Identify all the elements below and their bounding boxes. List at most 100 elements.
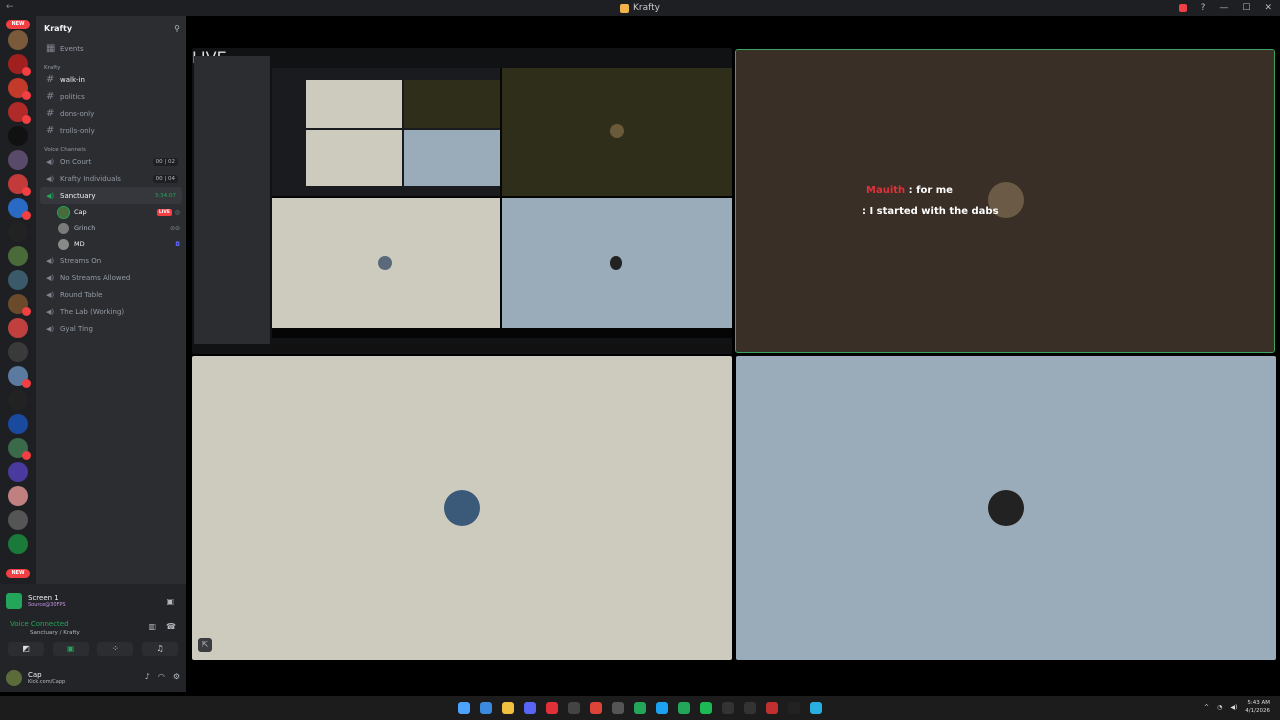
chevron-up-icon[interactable]: ^ — [1204, 704, 1209, 711]
taskbar-app-icon[interactable] — [766, 702, 778, 714]
stop-stream-icon[interactable]: ▣ — [166, 597, 174, 606]
taskbar-app-icon[interactable] — [546, 702, 558, 714]
voice-channel-round-table[interactable]: ◀) Round Table — [36, 286, 186, 303]
window-title-text: Krafty — [633, 3, 660, 13]
noise-suppression-icon[interactable]: ▥ — [148, 622, 156, 631]
channel-dons-only[interactable]: # dons-only — [36, 105, 186, 122]
x-icon[interactable] — [788, 702, 800, 714]
nested-tile — [306, 80, 402, 128]
avatar — [6, 670, 22, 686]
voice-channel-on-court[interactable]: ◀) On Court 00 | 02 — [36, 153, 186, 170]
server-icon[interactable] — [8, 462, 28, 482]
speaker-icon: ◀) — [46, 290, 55, 299]
server-icon[interactable] — [8, 30, 28, 50]
spotify-icon[interactable] — [700, 702, 712, 714]
screen-share-button[interactable]: ▣ — [52, 642, 89, 656]
server-icon[interactable] — [8, 102, 31, 124]
server-icon[interactable] — [8, 342, 28, 362]
server-header[interactable]: Krafty ⚲ — [36, 16, 186, 40]
voice-channel-the-lab[interactable]: ◀) The Lab (Working) — [36, 303, 186, 320]
activities-button[interactable]: ⁘ — [97, 642, 134, 656]
discord-icon[interactable] — [524, 702, 536, 714]
server-icon[interactable] — [8, 390, 28, 410]
server-icon[interactable] — [8, 510, 28, 530]
events-item[interactable]: ▦ Events — [36, 40, 186, 57]
server-icon[interactable] — [8, 294, 31, 316]
avatar — [378, 256, 392, 270]
headphones-icon[interactable]: ◠ — [158, 672, 165, 681]
server-icon[interactable] — [8, 150, 28, 170]
wifi-icon[interactable]: ◔ — [1217, 704, 1222, 711]
inbox-icon[interactable] — [1178, 4, 1187, 12]
category-voice[interactable]: Voice Channels — [36, 139, 186, 153]
server-icon[interactable] — [8, 78, 31, 100]
channel-trolls-only[interactable]: # trolls-only — [36, 122, 186, 139]
server-icon[interactable] — [8, 270, 28, 290]
taskbar-app-icon[interactable] — [722, 702, 734, 714]
taskbar-app-icon[interactable] — [480, 702, 492, 714]
clock[interactable]: 5:43 AM 4/1/2026 — [1245, 699, 1270, 715]
taskbar-app-icon[interactable] — [678, 702, 690, 714]
server-icon[interactable] — [8, 318, 28, 338]
taskbar-app-icon[interactable] — [568, 702, 580, 714]
voice-user-md[interactable]: MD ◘ — [36, 236, 186, 252]
minimize-button[interactable]: — — [1219, 3, 1228, 13]
participant-tile[interactable]: ⇱ — [192, 356, 732, 660]
server-icon[interactable] — [8, 54, 31, 76]
voice-channel-streams-on[interactable]: ◀) Streams On — [36, 252, 186, 269]
participant-tile-speaking[interactable] — [735, 49, 1275, 353]
mic-icon[interactable]: ♪ — [145, 672, 150, 681]
chat-message: : I started with the dabs — [862, 206, 999, 217]
voice-user-grinch[interactable]: Grinch ⊘⊘ — [36, 220, 186, 236]
taskbar-app-icon[interactable] — [656, 702, 668, 714]
server-icon[interactable] — [8, 246, 28, 266]
voice-channel-no-streams[interactable]: ◀) No Streams Allowed — [36, 269, 186, 286]
voice-location[interactable]: Sanctuary / Krafty — [30, 630, 80, 636]
voice-channel-gyal-ting[interactable]: ◀) Gyal Ting — [36, 320, 186, 337]
help-icon[interactable]: ? — [1201, 3, 1206, 13]
server-icon[interactable] — [8, 222, 28, 242]
add-member-icon[interactable]: ⚲ — [174, 24, 180, 33]
server-icon[interactable] — [8, 174, 31, 196]
voice-channel-sanctuary[interactable]: ◀) Sanctuary 3:34:07 — [40, 187, 182, 204]
server-icon[interactable] — [8, 534, 28, 554]
mini-tile — [272, 198, 500, 328]
stream-quality: Source@30FPS — [28, 602, 66, 608]
video-stage: LIVE ⇱ — [186, 16, 1280, 692]
nested-tile — [404, 130, 500, 186]
back-arrow-icon[interactable]: ← — [6, 2, 14, 12]
server-icon[interactable] — [8, 126, 28, 146]
popout-icon[interactable]: ⇱ — [198, 638, 212, 652]
screen-share-tile[interactable]: LIVE — [192, 48, 732, 354]
chrome-icon[interactable] — [590, 702, 602, 714]
screen-icon: ◎ — [174, 208, 180, 216]
server-icon[interactable] — [8, 366, 31, 388]
disconnect-icon[interactable]: ☎ — [166, 622, 176, 631]
server-icon[interactable] — [8, 486, 28, 506]
speaker-icon: ◀) — [46, 191, 55, 200]
taskbar-app-icon[interactable] — [634, 702, 646, 714]
folder-icon[interactable] — [502, 702, 514, 714]
server-icon[interactable] — [8, 198, 31, 220]
camera-button[interactable]: ◩ — [8, 642, 44, 656]
voice-user-cap[interactable]: Cap LIVE ◎ — [36, 204, 186, 220]
taskbar-app-icon[interactable] — [810, 702, 822, 714]
channel-walk-in[interactable]: # walk-in — [36, 71, 186, 88]
user-status: Kick.com/Capp — [28, 679, 66, 685]
gear-icon[interactable]: ⚙ — [173, 672, 180, 681]
channel-politics[interactable]: # politics — [36, 88, 186, 105]
server-icon[interactable] — [8, 438, 31, 460]
stream-card[interactable]: Screen 1 Source@30FPS ▣ — [6, 590, 178, 612]
soundboard-button[interactable]: ♫ — [141, 642, 178, 656]
voice-channel-krafty-individuals[interactable]: ◀) Krafty Individuals 00 | 04 — [36, 170, 186, 187]
server-icon[interactable] — [8, 414, 28, 434]
close-button[interactable]: ✕ — [1264, 3, 1272, 13]
taskbar-app-icon[interactable] — [744, 702, 756, 714]
participant-tile[interactable] — [736, 356, 1276, 660]
windows-start-icon[interactable] — [458, 702, 470, 714]
maximize-button[interactable]: ☐ — [1242, 3, 1250, 13]
user-panel[interactable]: Cap Kick.com/Capp ♪ ◠ ⚙ — [6, 668, 182, 688]
taskbar-app-icon[interactable] — [612, 702, 624, 714]
volume-icon[interactable]: ◀) — [1230, 704, 1237, 711]
category-krafty[interactable]: Krafty — [36, 57, 186, 71]
